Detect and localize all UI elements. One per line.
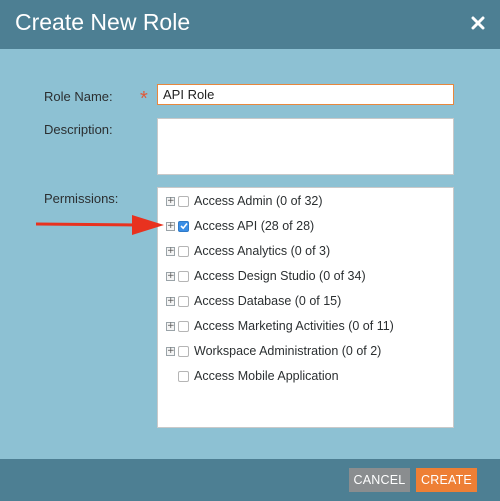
expand-icon[interactable]: + — [166, 246, 175, 256]
close-icon[interactable] — [467, 12, 489, 34]
permissions-label: Permissions: — [44, 191, 119, 206]
dialog-title: Create New Role — [15, 9, 191, 35]
permission-row[interactable]: + Access Admin (0 of 32) — [166, 193, 323, 209]
required-marker: * — [140, 88, 148, 110]
cancel-button[interactable]: CANCEL — [349, 468, 410, 492]
dialog-footer: CANCEL CREATE — [0, 459, 500, 501]
permission-label: Access API (28 of 28) — [194, 219, 315, 233]
role-name-input[interactable] — [157, 84, 454, 105]
expand-icon[interactable]: + — [166, 221, 175, 231]
expand-icon[interactable]: + — [166, 271, 175, 281]
dialog-header: Create New Role — [0, 0, 500, 49]
permission-checkbox[interactable] — [178, 295, 189, 307]
permission-checkbox[interactable] — [178, 270, 189, 282]
expand-icon[interactable]: + — [166, 321, 175, 331]
permission-label: Access Analytics (0 of 3) — [194, 244, 331, 258]
permission-row[interactable]: + Access Analytics (0 of 3) — [166, 243, 330, 259]
expand-icon[interactable]: + — [166, 196, 175, 206]
annotation-arrow-icon — [36, 215, 164, 235]
permissions-list: + Access Admin (0 of 32) + Access API (28 o… — [157, 187, 454, 428]
expand-icon[interactable]: + — [166, 296, 175, 306]
permission-row[interactable]: + Access Marketing Activities (0 of 11) — [166, 318, 394, 334]
description-label: Description: — [44, 122, 113, 137]
permission-row[interactable]: +Access Mobile Application — [166, 368, 339, 384]
description-input[interactable] — [157, 118, 454, 175]
permission-row[interactable]: + Access API (28 of 28) — [166, 218, 314, 234]
permission-checkbox[interactable] — [178, 370, 189, 382]
permission-row[interactable]: + Workspace Administration (0 of 2) — [166, 343, 381, 359]
permission-checkbox[interactable] — [178, 345, 189, 357]
permission-label: Access Marketing Activities (0 of 11) — [194, 319, 394, 333]
permission-label: Access Design Studio (0 of 34) — [194, 269, 366, 283]
permission-checkbox[interactable] — [178, 245, 189, 257]
permission-label: Workspace Administration (0 of 2) — [194, 344, 382, 358]
permission-row[interactable]: + Access Design Studio (0 of 34) — [166, 268, 366, 284]
expand-icon[interactable]: + — [166, 346, 175, 356]
permission-row[interactable]: + Access Database (0 of 15) — [166, 293, 341, 309]
permission-checkbox[interactable] — [178, 195, 189, 207]
permission-label: Access Mobile Application — [194, 369, 339, 383]
permission-checkbox[interactable] — [178, 220, 189, 232]
create-button[interactable]: CREATE — [416, 468, 477, 492]
permission-checkbox[interactable] — [178, 320, 189, 332]
permission-label: Access Database (0 of 15) — [194, 294, 342, 308]
permission-label: Access Admin (0 of 32) — [194, 194, 323, 208]
role-name-label: Role Name: — [44, 89, 113, 104]
